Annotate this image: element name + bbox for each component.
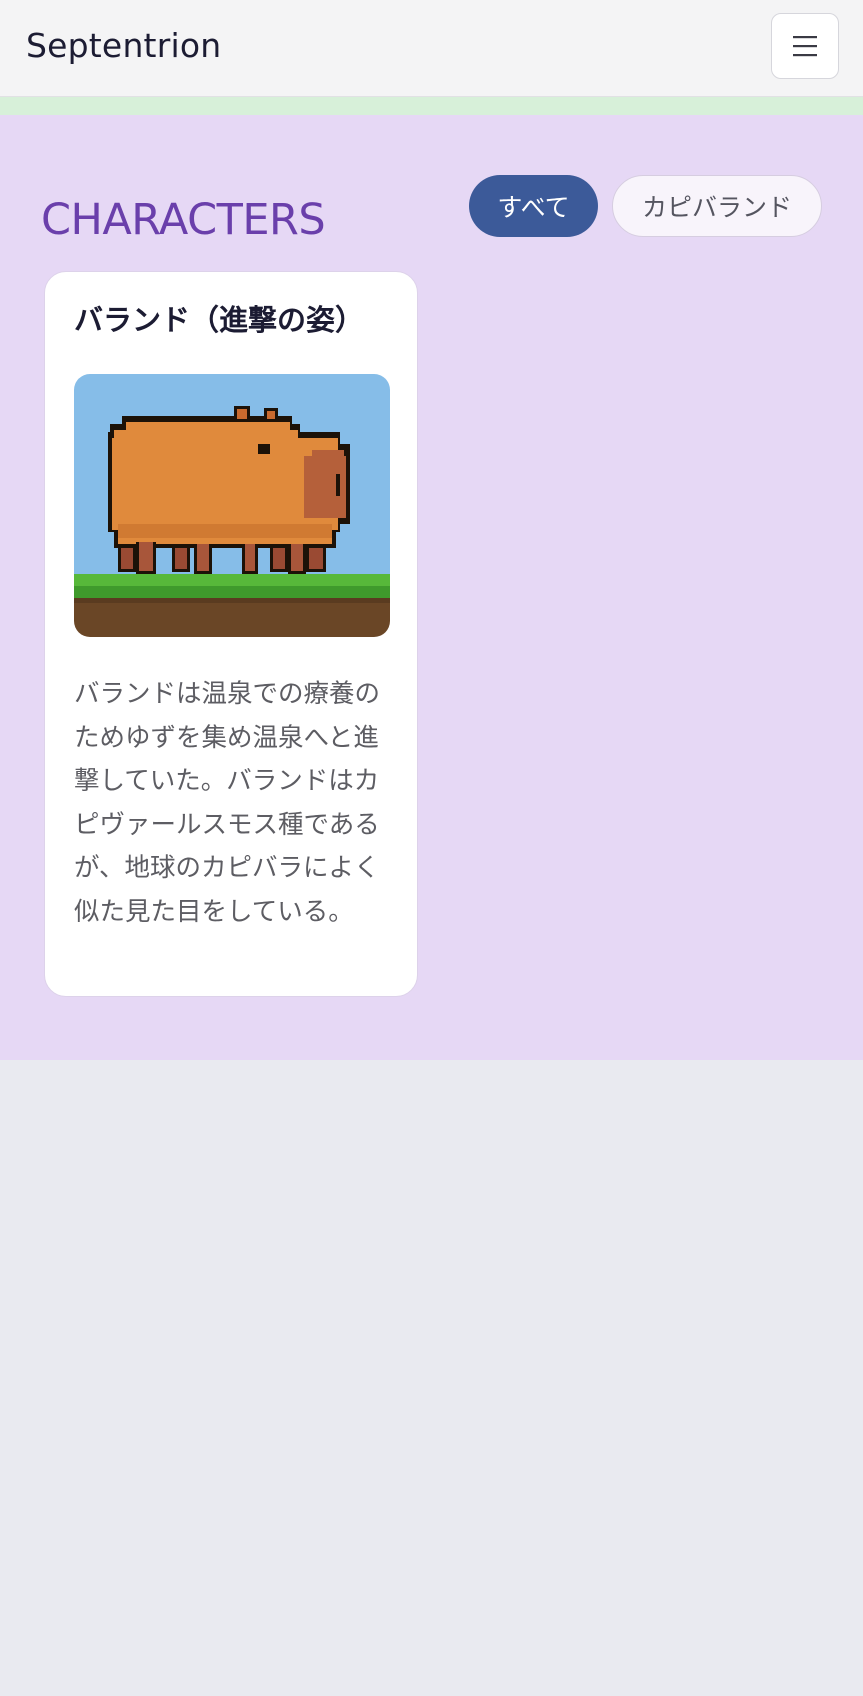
character-card[interactable]: バランド（進撃の姿） バランドは温泉での療養のためゆずを集め温泉へと進撃していた… [44, 271, 418, 997]
top-nav-bar: Septentrion [0, 0, 863, 97]
menu-button[interactable] [771, 13, 839, 79]
character-card-description: バランドは温泉での療養のためゆずを集め温泉へと進撃していた。バランドはカピヴァー… [74, 679, 381, 927]
accent-strip [0, 97, 863, 115]
section-title: CHARACTERS [41, 195, 326, 245]
filter-capybaland-button[interactable]: カピバランド [612, 175, 822, 237]
hamburger-icon [793, 36, 817, 57]
character-card-title: バランド（進撃の姿） [74, 303, 365, 337]
characters-section: CHARACTERS すべて カピバランド バランド（進撃の姿） バランドは温泉… [0, 115, 863, 1060]
capybara-pixel-art-image [74, 374, 390, 637]
site-brand[interactable]: Septentrion [26, 22, 221, 70]
filter-all-button[interactable]: すべて [469, 175, 598, 237]
